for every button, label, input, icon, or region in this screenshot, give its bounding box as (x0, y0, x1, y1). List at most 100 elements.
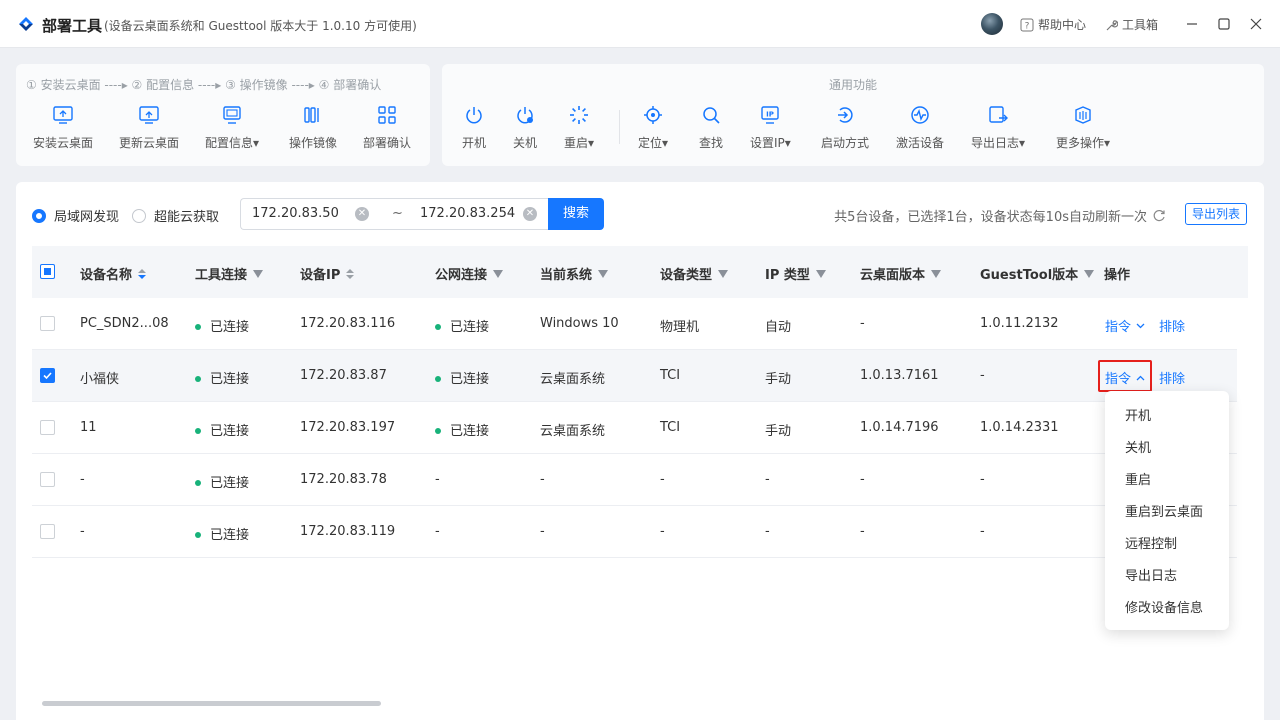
cell-device-ip: 172.20.83.116 (300, 316, 396, 331)
refresh-icon[interactable] (1153, 209, 1166, 222)
row-checkbox[interactable] (40, 472, 55, 487)
cell-ip-type: - (765, 524, 770, 539)
toolbox-link[interactable]: 工具箱 (1104, 16, 1158, 33)
set-ip-button[interactable]: IP 设置IP▾ (750, 104, 791, 151)
horizontal-scrollbar[interactable] (42, 701, 381, 706)
chevron-down-icon (1136, 323, 1145, 328)
locate-button[interactable]: 定位▾ (638, 104, 668, 151)
boot-mode-icon (838, 107, 853, 123)
cell-ip-type: 手动 (765, 372, 792, 387)
menu-item-restart[interactable]: 重启 (1125, 469, 1151, 488)
th-desktop-version[interactable]: 云桌面版本 (860, 264, 942, 283)
more-actions-button[interactable]: 更多操作▾ (1056, 104, 1110, 151)
row-checkbox[interactable] (40, 420, 55, 435)
update-desktop-button[interactable]: 更新云桌面 (119, 104, 179, 151)
export-log-button[interactable]: 导出日志▾ (971, 104, 1025, 151)
filter-icon[interactable] (718, 269, 729, 278)
filter-icon[interactable] (815, 269, 826, 278)
install-desktop-button[interactable]: 安装云桌面 (33, 104, 93, 151)
help-center-link[interactable]: ? 帮助中心 (1020, 16, 1086, 33)
status-text: 已连接 (450, 372, 490, 387)
more-actions-label: 更多操作▾ (1056, 136, 1111, 150)
app-subtitle: (设备云桌面系统和 Guesttool 版本大于 1.0.10 方可使用) (104, 19, 417, 33)
restart-button[interactable]: 重启▾ (564, 104, 594, 151)
maximize-button[interactable] (1214, 14, 1234, 34)
cell-ip-type: - (765, 472, 770, 487)
th-label: 设备名称 (80, 268, 133, 283)
status-text: 已连接 (210, 476, 250, 491)
boot-mode-label: 启动方式 (821, 136, 870, 150)
filter-icon[interactable] (598, 269, 609, 278)
status-dot (195, 323, 201, 330)
menu-item-power-off[interactable]: 关机 (1125, 437, 1151, 456)
close-button[interactable] (1246, 14, 1266, 34)
menu-item-edit-device-info[interactable]: 修改设备信息 (1125, 597, 1203, 616)
status-text: 已连接 (210, 528, 250, 543)
clear-ip-end-icon[interactable]: ✕ (523, 207, 537, 221)
th-device-type[interactable]: 设备类型 (660, 264, 729, 283)
menu-item-export-log[interactable]: 导出日志 (1125, 565, 1177, 584)
th-wan-connection[interactable]: 公网连接 (435, 264, 504, 283)
power-on-button[interactable]: 开机 (462, 104, 486, 151)
summary-text: 共5台设备，已选择1台，设备状态每10s自动刷新一次 (834, 210, 1147, 225)
sort-icon[interactable] (138, 268, 147, 279)
radio-cloud-fetch[interactable]: 超能云获取 (132, 206, 219, 225)
sort-icon[interactable] (346, 268, 355, 279)
cell-ip-type: 手动 (765, 424, 792, 439)
cell-wan-connection: 已连接 (435, 368, 489, 387)
filter-icon[interactable] (1084, 269, 1095, 278)
status-dot (435, 323, 441, 330)
search-button[interactable]: 搜索 (548, 198, 604, 230)
find-button[interactable]: 查找 (699, 104, 723, 151)
filter-icon[interactable] (253, 269, 264, 278)
filter-icon[interactable] (493, 269, 504, 278)
locate-label: 定位▾ (638, 136, 669, 150)
update-desktop-label: 更新云桌面 (119, 136, 180, 150)
activate-device-button[interactable]: 激活设备 (896, 104, 944, 151)
power-off-button[interactable]: 关机 (513, 104, 537, 151)
cell-device-type: - (660, 472, 665, 487)
command-dropdown[interactable]: 指令 (1105, 316, 1145, 335)
row-checkbox[interactable] (40, 316, 55, 331)
status-text: 已连接 (210, 424, 250, 439)
minimize-button[interactable] (1182, 14, 1202, 34)
cell-guesttool-version: 1.0.11.2132 (980, 316, 1059, 331)
menu-item-remote-control[interactable]: 远程控制 (1125, 533, 1177, 552)
avatar[interactable] (981, 13, 1003, 35)
menu-item-restart-to-desktop[interactable]: 重启到云桌面 (1125, 501, 1203, 520)
th-guesttool-version[interactable]: GuestTool版本 (980, 264, 1095, 283)
th-label: 操作 (1104, 268, 1131, 283)
status-dot (195, 531, 201, 538)
th-device-ip[interactable]: 设备IP (300, 264, 355, 283)
operate-image-button[interactable]: 操作镜像 (289, 104, 337, 151)
exclude-button[interactable]: 排除 (1159, 316, 1185, 335)
status-dot (435, 375, 441, 382)
export-list-button[interactable]: 导出列表 (1185, 203, 1247, 225)
restart-icon (570, 106, 589, 124)
status-text: 已连接 (210, 372, 250, 387)
boot-mode-button[interactable]: 启动方式 (821, 104, 869, 151)
filter-icon[interactable] (931, 269, 942, 278)
cell-os: 云桌面系统 (540, 424, 606, 439)
select-all-checkbox[interactable] (40, 264, 55, 279)
row-checkbox[interactable] (40, 524, 55, 539)
ip-end-input[interactable]: 172.20.83.254 (420, 206, 515, 221)
cell-desktop-version: 1.0.14.7196 (860, 420, 939, 435)
export-log-label: 导出日志▾ (971, 136, 1026, 150)
th-ip-type[interactable]: IP 类型 (765, 264, 826, 283)
menu-item-power-on[interactable]: 开机 (1125, 405, 1151, 424)
th-tool-connection[interactable]: 工具连接 (195, 264, 264, 283)
app-logo-icon (19, 17, 33, 31)
config-info-button[interactable]: 配置信息▾ (205, 104, 259, 151)
clear-ip-start-icon[interactable]: ✕ (355, 207, 369, 221)
th-label: 设备IP (300, 268, 341, 283)
ip-start-input[interactable]: 172.20.83.50 (252, 206, 339, 221)
deploy-confirm-button[interactable]: 部署确认 (363, 104, 411, 151)
th-current-os[interactable]: 当前系统 (540, 264, 609, 283)
th-device-name[interactable]: 设备名称 (80, 264, 147, 283)
exclude-button[interactable]: 排除 (1159, 368, 1185, 387)
status-text: 已连接 (210, 320, 250, 335)
row-checkbox[interactable] (40, 368, 55, 383)
config-icon (223, 106, 241, 124)
radio-lan-discovery[interactable]: 局域网发现 (32, 206, 119, 225)
